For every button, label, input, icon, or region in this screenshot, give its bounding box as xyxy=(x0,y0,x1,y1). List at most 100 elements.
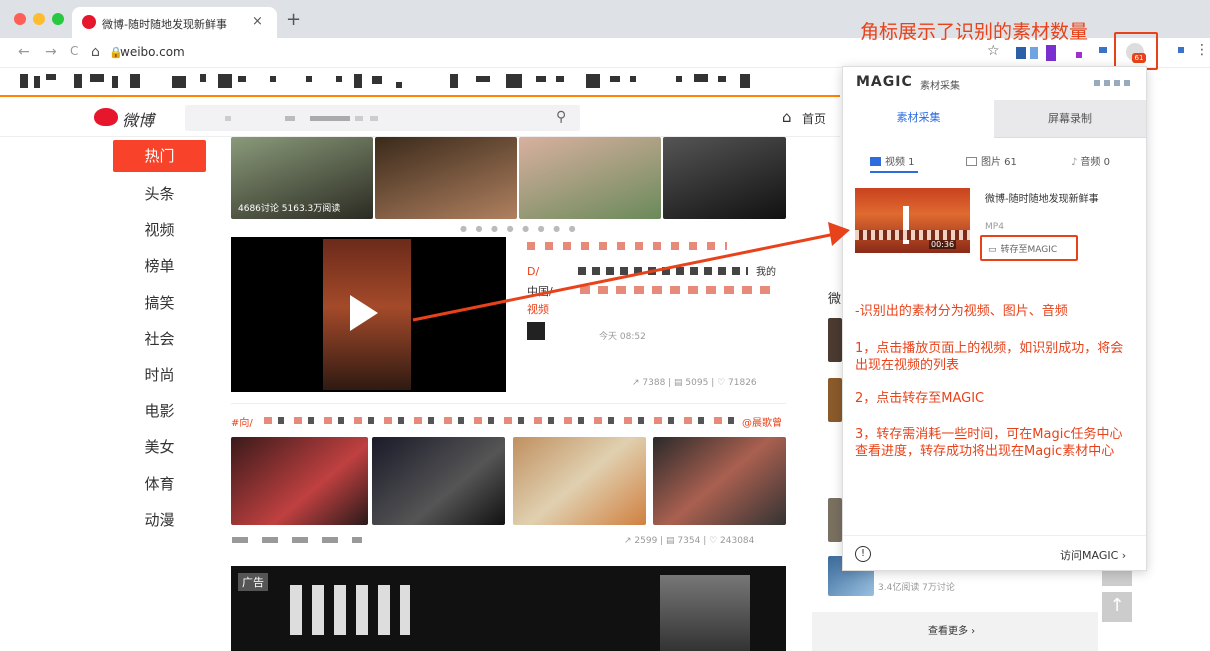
nav-item-movies[interactable]: 电影 xyxy=(113,393,206,429)
weibo-home-icon[interactable]: ⌂ xyxy=(782,108,792,126)
tab-close-icon[interactable]: × xyxy=(252,14,263,29)
mention-link[interactable]: @晨歌曾 xyxy=(742,414,782,429)
post-text-my: 我的 xyxy=(756,267,776,278)
carousel-caption: 4686讨论 5163.3万阅读 xyxy=(238,204,341,214)
tab-screen-record[interactable]: 屏幕录制 xyxy=(994,100,1146,138)
subtab-underline xyxy=(870,171,918,173)
home-link[interactable]: 首页 xyxy=(802,110,826,127)
obscured-text xyxy=(578,267,748,275)
side-heading: 微 xyxy=(828,292,842,307)
video-icon xyxy=(870,157,881,166)
back-to-top-button[interactable]: ↑ xyxy=(1102,592,1132,622)
see-more-link[interactable]: 查看更多 › xyxy=(928,622,975,637)
ad-image xyxy=(660,575,750,651)
popup-footer-divider xyxy=(843,535,1146,536)
post-text: 中国/ xyxy=(527,285,553,298)
magic-logo: MAGIC xyxy=(856,74,913,90)
extension-icon[interactable] xyxy=(1046,45,1056,61)
topic-tag[interactable]: #向/ xyxy=(231,414,253,429)
nav-item-funny[interactable]: 搞笑 xyxy=(113,285,206,321)
obscured-navbar xyxy=(0,68,840,94)
nav-item-charts[interactable]: 榜单 xyxy=(113,248,206,284)
info-icon[interactable]: ! xyxy=(855,546,871,562)
left-nav: 热门 头条 视频 榜单 搞笑 社会 时尚 电影 美女 体育 动漫 xyxy=(113,140,206,538)
post-image[interactable] xyxy=(653,437,786,525)
ad-label: 广告 xyxy=(238,573,268,591)
post-stats[interactable]: ↗ 7388 | ▤ 5095 | ♡ 71826 xyxy=(632,378,757,388)
post-time: 今天 08:52 xyxy=(599,332,646,342)
subtab-image[interactable]: 图片 61 xyxy=(966,153,1017,168)
annotation-4: 3，转存需消耗一些时间，可在Magic任务中心查看进度，转存成功将出现在Magi… xyxy=(855,427,1123,459)
annotation-3: 2，点击转存至MAGIC xyxy=(855,391,985,406)
zoom-window-icon[interactable] xyxy=(52,13,64,25)
video-duration: 00:36 xyxy=(929,240,957,249)
subtab-image-label: 图片 61 xyxy=(981,157,1017,168)
visit-magic-link[interactable]: 访问MAGIC › xyxy=(1060,547,1126,563)
magic-logo-subtitle: 素材采集 xyxy=(920,81,960,92)
post-stats[interactable]: ↗ 2599 | ▤ 7354 | ♡ 243084 xyxy=(624,536,754,546)
home-icon[interactable]: ⌂ xyxy=(91,44,100,60)
nav-item-sports[interactable]: 体育 xyxy=(113,466,206,502)
weibo-search-input[interactable] xyxy=(185,105,580,131)
back-icon[interactable]: ← xyxy=(18,44,30,60)
reload-icon[interactable]: C xyxy=(70,44,78,58)
material-format: MP4 xyxy=(985,222,1004,232)
nav-item-video[interactable]: 视频 xyxy=(113,212,206,248)
weibo-top-border xyxy=(0,95,840,97)
nav-item-headlines[interactable]: 头条 xyxy=(113,176,206,212)
post-image[interactable] xyxy=(231,437,368,525)
nav-item-beauty[interactable]: 美女 xyxy=(113,429,206,465)
carousel-dots[interactable]: ● ● ● ● ● ● ● ● xyxy=(460,224,579,233)
obscured-text xyxy=(264,417,734,424)
obscured-text xyxy=(232,537,362,543)
subtab-video-label: 视频 1 xyxy=(885,157,915,168)
obscured-text xyxy=(580,286,770,294)
subtab-audio[interactable]: ♪ 音频 0 xyxy=(1071,153,1110,168)
forward-icon[interactable]: → xyxy=(45,44,57,60)
obscured-text xyxy=(290,585,410,635)
subtab-video[interactable]: 视频 1 xyxy=(870,153,915,168)
post-image[interactable] xyxy=(513,437,646,525)
save-to-magic-button[interactable]: ▭ 转存至MAGIC xyxy=(980,235,1078,261)
extension-icon[interactable] xyxy=(1076,52,1082,58)
avatar[interactable] xyxy=(527,322,545,340)
play-icon[interactable] xyxy=(350,295,378,331)
extension-icon[interactable] xyxy=(1030,47,1038,59)
minimize-window-icon[interactable] xyxy=(33,13,45,25)
save-icon: ▭ xyxy=(988,245,997,255)
nav-item-hot[interactable]: 热门 xyxy=(113,140,206,172)
nav-item-fashion[interactable]: 时尚 xyxy=(113,357,206,393)
bookmark-star-icon[interactable]: ☆ xyxy=(987,43,1000,59)
nav-item-society[interactable]: 社会 xyxy=(113,321,206,357)
tab-title: 微博-随时随地发现新鲜事 xyxy=(102,18,227,31)
subtab-audio-label: 音频 0 xyxy=(1080,157,1110,168)
weibo-logo-icon[interactable] xyxy=(94,108,118,126)
nav-item-anime[interactable]: 动漫 xyxy=(113,502,206,538)
side-image[interactable] xyxy=(828,378,842,422)
extension-icon[interactable] xyxy=(1178,47,1184,53)
side-read-count: 3.4亿阅读 7万讨论 xyxy=(878,583,955,593)
divider xyxy=(231,403,786,404)
url-field[interactable]: weibo.com xyxy=(120,45,185,59)
browser-menu-icon[interactable]: ⋮ xyxy=(1195,42,1209,58)
save-to-magic-label: 转存至MAGIC xyxy=(1000,245,1058,255)
audio-icon: ♪ xyxy=(1071,157,1078,168)
weibo-logo-text[interactable]: 微博 xyxy=(122,107,154,131)
image-icon xyxy=(966,157,977,166)
close-window-icon[interactable] xyxy=(14,13,26,25)
extension-icon[interactable] xyxy=(1016,47,1026,59)
search-icon[interactable]: ⚲ xyxy=(556,109,566,125)
post-title-red[interactable]: D/ xyxy=(527,265,539,278)
new-tab-icon[interactable]: + xyxy=(286,9,301,30)
post-image[interactable] xyxy=(372,437,505,525)
obscured-user xyxy=(1094,80,1134,86)
weibo-favicon-icon xyxy=(82,15,96,29)
post-link[interactable]: 视频 xyxy=(527,301,549,317)
browser-tab[interactable]: 微博-随时随地发现新鲜事 xyxy=(72,7,277,38)
side-image[interactable] xyxy=(828,498,842,542)
side-image[interactable] xyxy=(828,318,842,362)
annotation-1: -识别出的素材分为视频、图片、音频 xyxy=(855,304,1068,319)
extension-icon[interactable] xyxy=(1099,47,1107,53)
annotation-2: 1，点击播放页面上的视频，如识别成功，将会出现在视频的列表 xyxy=(855,341,1124,373)
tab-material-collect[interactable]: 素材采集 xyxy=(843,100,994,138)
